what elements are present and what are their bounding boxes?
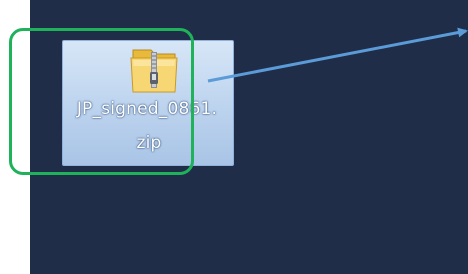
desktop-background[interactable]: JP_signed_0861. zip [30, 0, 468, 274]
zip-file-item[interactable]: JP_signed_0861. zip [62, 40, 234, 166]
file-name-line-2: zip [136, 133, 162, 153]
file-name-line-1: JP_signed_0861. [76, 99, 218, 119]
screenshot-stage: JP_signed_0861. zip [0, 0, 468, 274]
zip-folder-icon [130, 49, 178, 93]
